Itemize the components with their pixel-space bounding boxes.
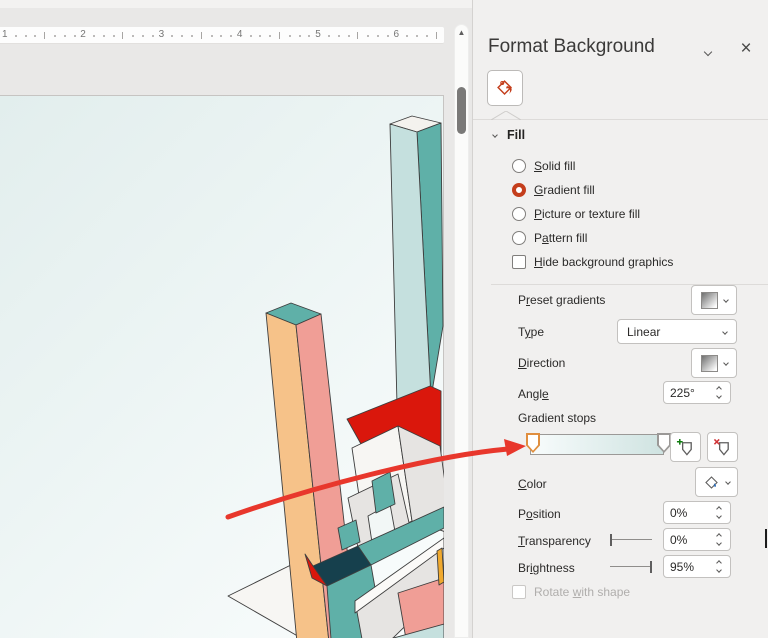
radio-selected-icon[interactable] [512, 183, 526, 197]
color-label: Color [518, 477, 547, 491]
powerpoint-app: 123456 ▲ Format Background × Fill Solid … [0, 0, 768, 638]
chevron-down-icon [492, 132, 498, 138]
tab-pointer-notch [491, 111, 521, 120]
position-label: Position [518, 507, 561, 521]
brightness-slider[interactable] [610, 561, 652, 573]
add-stop-icon [676, 438, 692, 456]
spin-down-icon[interactable] [716, 393, 722, 399]
transparency-label: Transparency [518, 534, 591, 548]
fill-tab-button[interactable] [487, 70, 523, 106]
spin-up-icon[interactable] [716, 560, 722, 566]
type-dropdown[interactable]: Linear [617, 319, 737, 344]
position-spinner[interactable]: 0% [663, 501, 731, 524]
pane-close-button[interactable]: × [735, 38, 757, 60]
color-bucket-icon [705, 475, 718, 489]
radio-icon[interactable] [512, 159, 526, 173]
radio-solid-fill[interactable]: Solid fill [512, 159, 575, 173]
angle-label: Angle [518, 387, 549, 401]
transparency-slider[interactable] [610, 534, 652, 546]
radio-icon[interactable] [512, 231, 526, 245]
spin-up-icon[interactable] [716, 533, 722, 539]
brightness-spinner[interactable]: 95% [663, 555, 731, 578]
chevron-down-icon [722, 328, 728, 335]
fill-section-header[interactable]: Fill [492, 128, 525, 142]
paint-bucket-icon [497, 80, 512, 95]
pane-collapse-button[interactable] [703, 44, 723, 58]
gradient-swatch-icon [700, 354, 718, 372]
vertical-scrollbar[interactable]: ▲ [454, 24, 469, 638]
gradient-swatch-icon [700, 291, 718, 309]
spin-down-icon[interactable] [716, 513, 722, 519]
chevron-down-icon [722, 297, 729, 303]
direction-label: Direction [518, 356, 566, 370]
checkbox-icon[interactable] [512, 255, 526, 269]
checkbox-hide-background-graphics[interactable]: Hide background graphics [512, 255, 673, 269]
spin-up-icon[interactable] [716, 386, 722, 392]
remove-gradient-stop-button[interactable] [707, 432, 738, 462]
slide-illustration [227, 115, 444, 638]
transparency-spinner[interactable]: 0% [663, 528, 731, 551]
slider-handle[interactable] [650, 561, 652, 573]
spin-down-icon[interactable] [716, 567, 722, 573]
radio-picture-fill[interactable]: Picture or texture fill [512, 207, 640, 221]
checkbox-icon [512, 585, 526, 599]
radio-pattern-fill[interactable]: Pattern fill [512, 231, 587, 245]
pane-title: Format Background [488, 36, 655, 57]
remove-stop-icon [713, 438, 729, 456]
brightness-label: Brightness [518, 561, 575, 575]
preset-gradients-label: Preset gradients [518, 293, 606, 307]
gradient-stops-label: Gradient stops [518, 411, 597, 425]
color-dropdown-button[interactable] [695, 467, 738, 497]
radio-gradient-fill[interactable]: Gradient fill [512, 183, 595, 197]
radio-icon[interactable] [512, 207, 526, 221]
scrollbar-thumb[interactable] [457, 87, 466, 134]
format-background-panel: Format Background × Fill Solid fill Grad… [472, 0, 768, 638]
direction-dropdown[interactable] [691, 348, 737, 378]
preset-gradients-dropdown[interactable] [691, 285, 737, 315]
slide-canvas[interactable] [0, 95, 444, 638]
panel-scroll-mark [765, 529, 767, 548]
spin-up-icon[interactable] [716, 506, 722, 512]
type-label: Type [518, 325, 545, 339]
angle-spinner[interactable]: 225° [663, 381, 731, 404]
slider-handle[interactable] [610, 534, 612, 546]
add-gradient-stop-button[interactable] [670, 432, 701, 462]
checkbox-rotate-with-shape: Rotate with shape [512, 585, 630, 599]
spin-down-icon[interactable] [716, 540, 722, 546]
chevron-down-icon [722, 360, 729, 366]
scroll-up-icon[interactable]: ▲ [455, 29, 468, 37]
horizontal-ruler[interactable]: 123456 [0, 27, 444, 44]
chevron-down-icon [725, 479, 731, 485]
gradient-stops-slider[interactable] [530, 434, 664, 455]
